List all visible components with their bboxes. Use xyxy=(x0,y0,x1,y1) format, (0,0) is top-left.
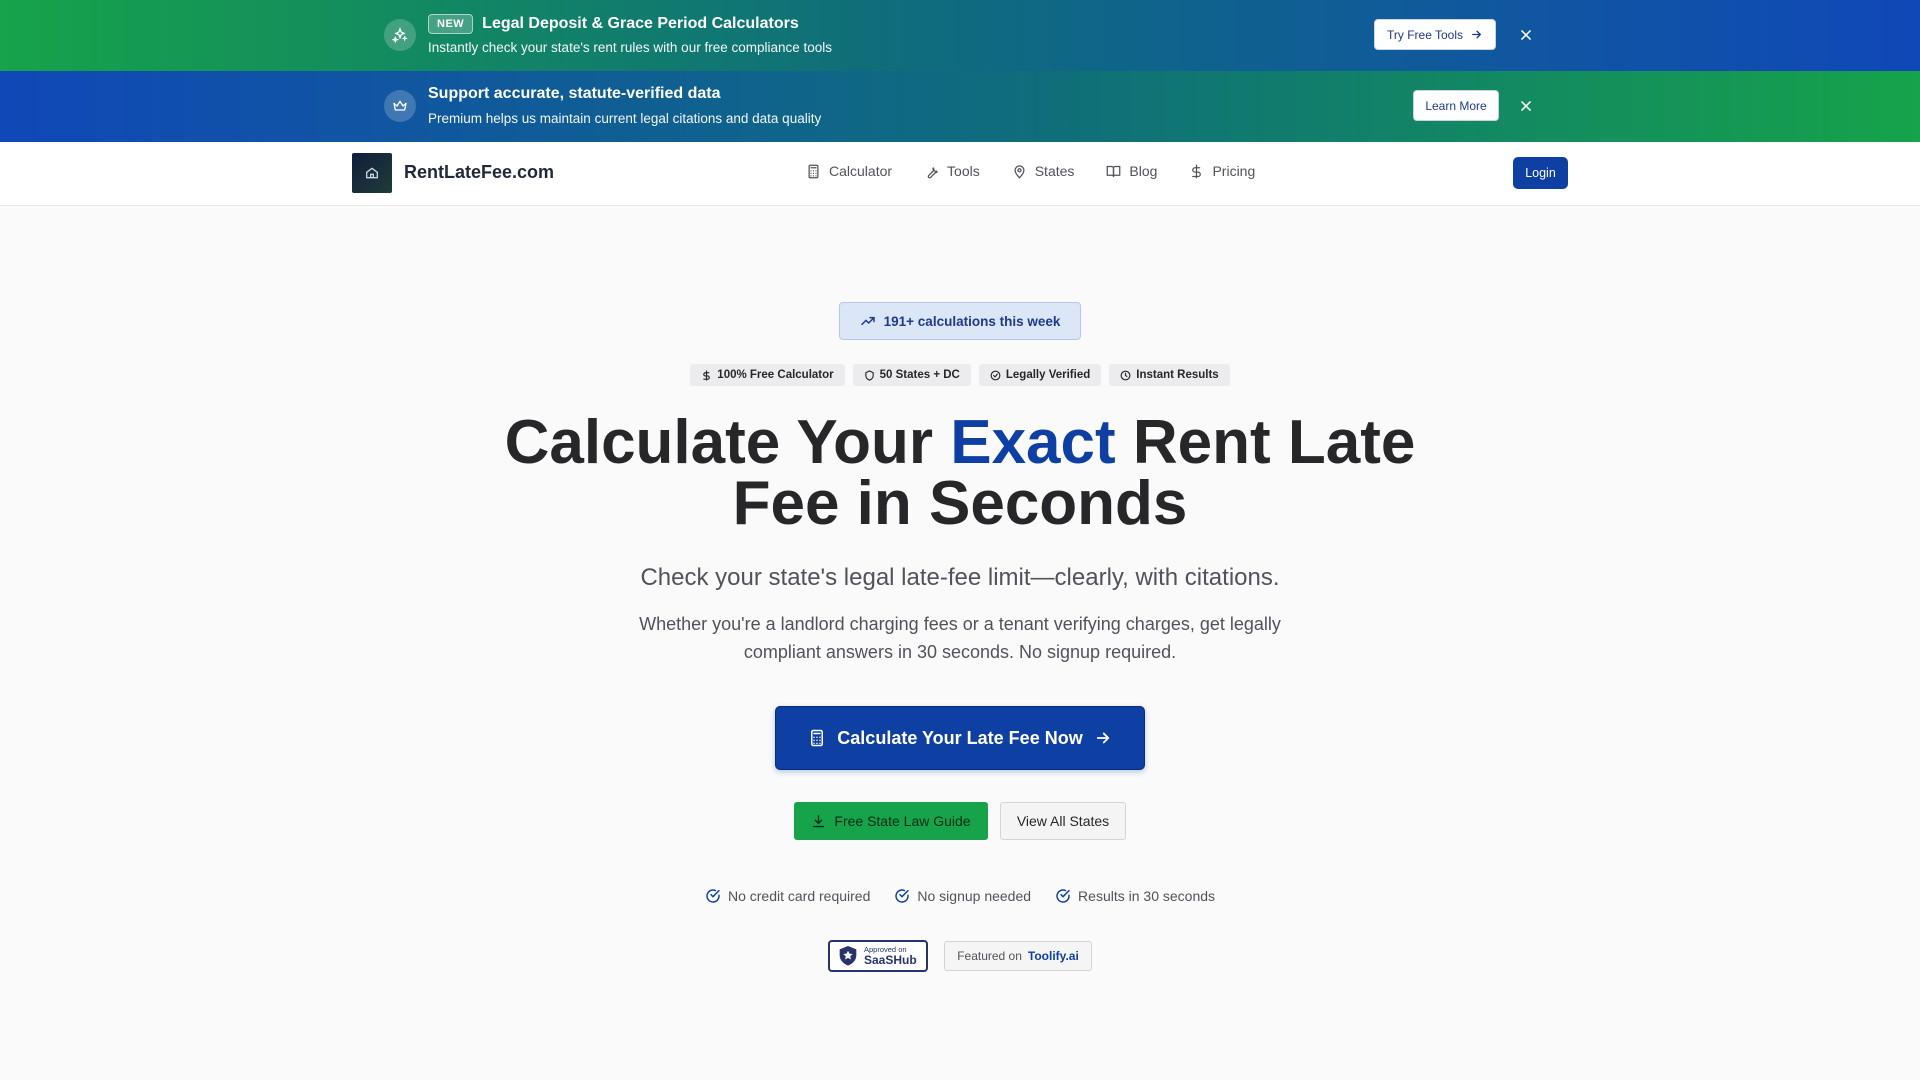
nav-item-label: Pricing xyxy=(1212,163,1256,179)
login-button[interactable]: Login xyxy=(1513,157,1568,189)
feature-chip: 100% Free Calculator xyxy=(690,364,845,386)
site-logo[interactable] xyxy=(352,153,392,193)
banner-title: NEW Legal Deposit & Grace Period Calcula… xyxy=(428,14,799,34)
hero-description: Whether you're a landlord charging fees … xyxy=(639,614,1281,662)
toolify-pre-text: Featured on xyxy=(957,949,1022,963)
banner-title: Support accurate, statute-verified data xyxy=(428,85,721,102)
arrow-right-icon xyxy=(1472,30,1481,39)
nav-item-label: States xyxy=(1034,163,1075,179)
learn-more-button[interactable]: Learn More xyxy=(1413,90,1499,121)
download-icon xyxy=(813,814,825,827)
banner-title-text: Legal Deposit & Grace Period Calculators xyxy=(482,15,799,32)
feature-chip: 50 States + DC xyxy=(852,364,971,386)
saashub-text: Approved on SaaSHub xyxy=(864,946,917,966)
saashub-name: SaaSHub xyxy=(864,952,917,967)
feature-chip-label: 100% Free Calculator xyxy=(717,369,834,381)
hero-title-pre: Calculate Your xyxy=(504,408,951,477)
nav-item-pricing[interactable]: Pricing xyxy=(1189,163,1255,179)
map-pin-icon xyxy=(1014,164,1025,179)
nav-item-label: Tools xyxy=(947,163,980,179)
weekly-calculations-badge: 191+ calculations this week xyxy=(839,302,1081,340)
free-state-law-guide-button[interactable]: Free State Law Guide xyxy=(794,802,988,840)
close-icon xyxy=(1521,30,1531,40)
toolify-name: Toolify.ai xyxy=(1027,949,1079,963)
dollar-icon xyxy=(703,369,711,381)
feature-chips: 100% Free Calculator 50 States + DC Lega… xyxy=(0,364,1920,386)
view-all-states-button[interactable]: View All States xyxy=(1000,802,1126,840)
arrow-right-icon xyxy=(1096,732,1109,744)
feature-chip-label: Instant Results xyxy=(1136,369,1219,381)
close-banner-button[interactable] xyxy=(1516,25,1536,45)
feature-chip: Instant Results xyxy=(1109,364,1230,386)
nav-item-label: Blog xyxy=(1129,163,1158,179)
nav-item-blog[interactable]: Blog xyxy=(1106,163,1157,179)
feature-chip: Legally Verified xyxy=(978,364,1102,386)
trust-check-item: No credit card required xyxy=(705,888,870,904)
feature-chip-label: 50 States + DC xyxy=(879,369,960,381)
hero-tagline: Check your state's legal late-fee limit—… xyxy=(640,564,1280,591)
new-badge: NEW xyxy=(428,14,474,34)
hero-title-accent: Exact xyxy=(950,408,1116,477)
star-shield-icon xyxy=(839,946,857,966)
trust-check-label: Results in 30 seconds xyxy=(1078,888,1216,904)
clock-icon xyxy=(1120,370,1131,380)
check-circle-icon xyxy=(990,370,1001,380)
banner-subtitle: Premium helps us maintain current legal … xyxy=(428,111,822,126)
check-circle-icon xyxy=(895,889,910,903)
check-circle-icon xyxy=(1056,889,1070,903)
trending-up-icon xyxy=(860,316,875,326)
calculator-icon xyxy=(811,729,824,747)
wrench-icon xyxy=(927,166,938,178)
book-icon xyxy=(1107,165,1121,177)
trust-check-label: No signup needed xyxy=(917,888,1032,904)
dollar-icon xyxy=(1192,164,1202,178)
trust-check-item: No signup needed xyxy=(894,888,1031,904)
brand-name[interactable]: RentLateFee.com xyxy=(404,162,554,183)
calculator-icon xyxy=(808,164,819,178)
nav-item-tools[interactable]: Tools xyxy=(924,163,980,179)
feature-chip-label: Legally Verified xyxy=(1005,369,1091,381)
toolify-badge[interactable]: Featured on Toolify.ai xyxy=(944,941,1092,971)
weekly-calculations-text: 191+ calculations this week xyxy=(883,313,1061,329)
top-navbar: RentLateFee.com Calculator Tools States … xyxy=(0,142,1920,206)
trust-check-label: No credit card required xyxy=(727,888,871,904)
try-free-tools-button[interactable]: Try Free Tools xyxy=(1374,19,1497,50)
nav-item-calculator[interactable]: Calculator xyxy=(806,163,892,179)
nav-item-states[interactable]: States xyxy=(1012,163,1075,179)
check-circle-icon xyxy=(706,889,720,903)
announcement-banner-new-tools: NEW Legal Deposit & Grace Period Calcula… xyxy=(0,0,1920,71)
shield-icon xyxy=(864,369,874,381)
close-banner-button[interactable] xyxy=(1516,96,1536,116)
sparkles-icon xyxy=(384,19,416,51)
crown-icon xyxy=(384,90,416,122)
trust-check-item: Results in 30 seconds xyxy=(1055,888,1215,904)
learn-more-label: Learn More xyxy=(1425,98,1487,113)
trust-checks: No credit card required No signup needed… xyxy=(0,888,1920,904)
hero-title: Calculate Your Exact Rent Late Fee in Se… xyxy=(460,412,1460,535)
house-logo-icon xyxy=(366,167,378,179)
calculate-late-fee-button[interactable]: Calculate Your Late Fee Now xyxy=(775,706,1145,770)
try-free-tools-label: Try Free Tools xyxy=(1387,27,1464,42)
banner-subtitle: Instantly check your state's rent rules … xyxy=(428,40,833,55)
calculate-late-fee-label: Calculate Your Late Fee Now xyxy=(837,727,1083,748)
main-nav: Calculator Tools States Blog Pricing xyxy=(806,163,1255,179)
saashub-badge[interactable]: Approved on SaaSHub xyxy=(828,940,928,972)
nav-item-label: Calculator xyxy=(829,163,893,179)
free-state-law-guide-label: Free State Law Guide xyxy=(834,813,971,829)
close-icon xyxy=(1521,101,1531,111)
announcement-banner-premium: Support accurate, statute-verified data … xyxy=(0,71,1920,142)
